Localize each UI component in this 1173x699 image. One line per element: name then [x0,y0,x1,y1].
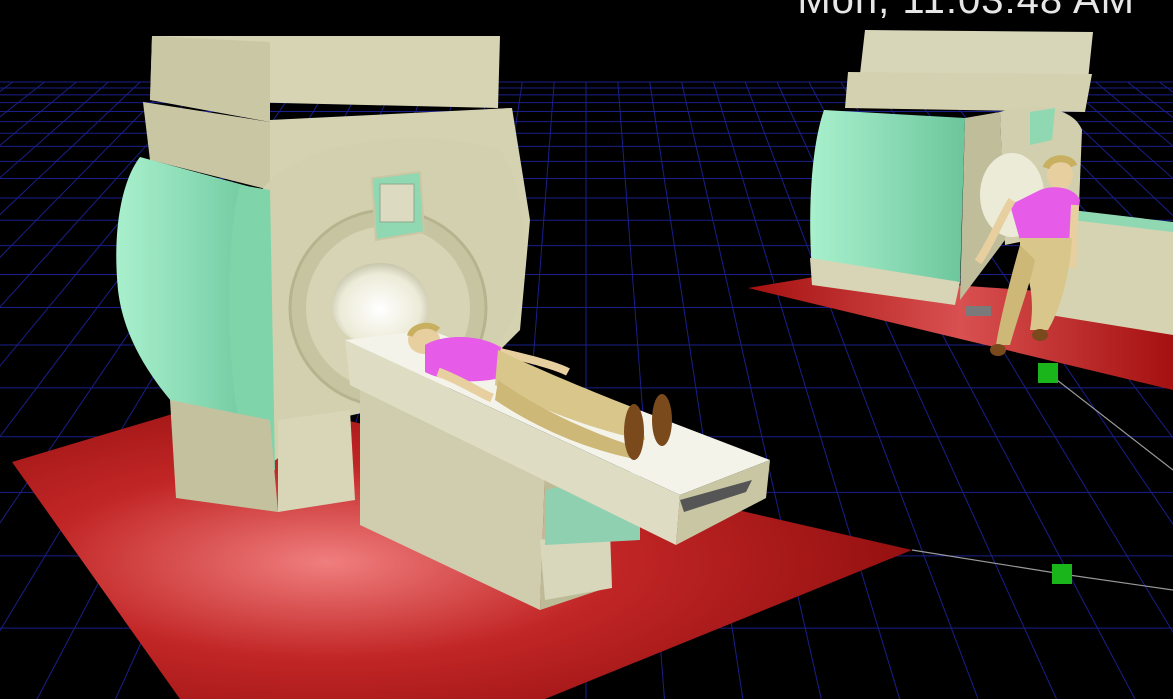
grid-line [0,81,77,146]
mri-room-scene[interactable] [0,0,1173,699]
grid-line [0,81,14,92]
clock-overlay: Mon, 11:03:48 AM [797,0,1135,22]
grid-line [1127,81,1173,119]
grid-line [0,81,45,118]
path-marker[interactable] [1052,564,1072,584]
grid-line [0,81,109,179]
3d-viewport[interactable]: Mon, 11:03:48 AM [0,0,1173,699]
mri-scanner-secondary[interactable] [748,30,1173,390]
navigation-path [911,372,1173,591]
grid-line [1158,81,1173,93]
grid-line [1095,81,1173,147]
path-marker[interactable] [1038,363,1058,383]
